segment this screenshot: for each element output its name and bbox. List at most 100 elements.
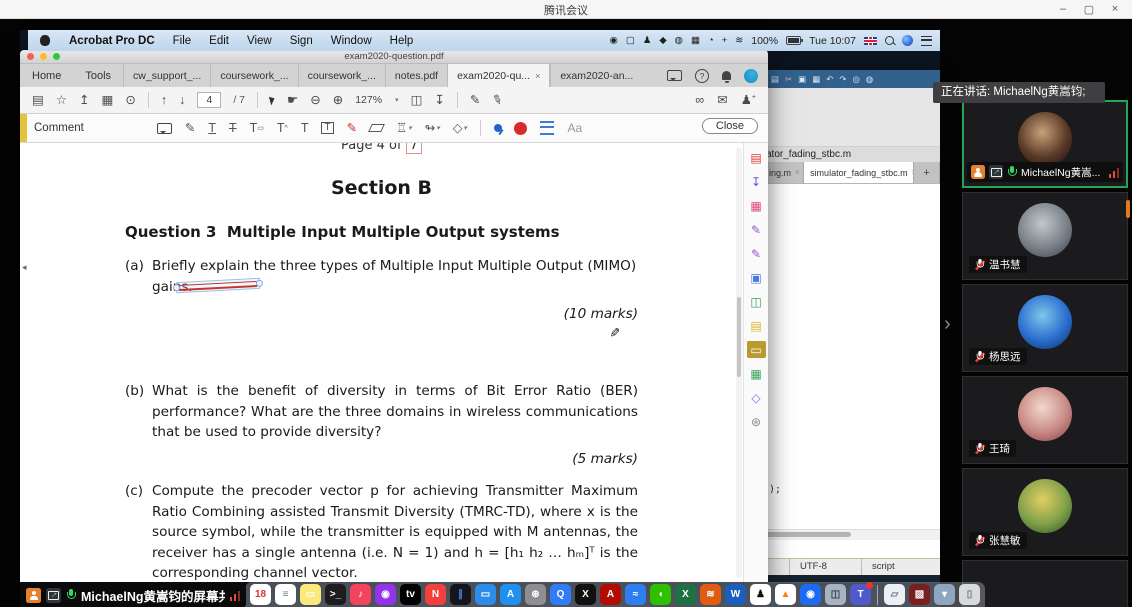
tab-close-icon[interactable]: × [535, 71, 540, 81]
vpn-icon[interactable]: ♟ [643, 36, 652, 46]
dock-quicktime-icon[interactable]: Q [550, 584, 571, 605]
copy-icon[interactable]: ▣ [798, 75, 806, 84]
text-box-icon[interactable]: T [321, 122, 333, 134]
tab-home[interactable]: Home [20, 64, 73, 87]
eraser-icon[interactable] [370, 124, 383, 132]
combine-files-tool[interactable]: ◫ [747, 293, 766, 310]
insert-text-icon[interactable]: T^ [277, 122, 288, 135]
star-icon[interactable]: ☆ [56, 94, 67, 107]
fit-width-icon[interactable]: ◫ [411, 94, 423, 107]
sign-pen-icon[interactable]: ✎ [470, 94, 480, 107]
screen-record-icon[interactable]: ◉ [610, 36, 618, 46]
text-properties-icon[interactable]: Aa [567, 122, 582, 134]
draw-pencil-icon[interactable]: ✎ [347, 122, 357, 135]
next-page-icon[interactable]: ↓ [179, 94, 185, 107]
menu-file[interactable]: File [164, 35, 201, 47]
scrolling-mode-icon[interactable]: ↧ [434, 94, 444, 107]
highlight-style-icon[interactable] [540, 121, 554, 135]
print-icon[interactable]: ▦ [102, 94, 114, 107]
participant-tile-partial[interactable] [962, 560, 1128, 607]
doc-tab[interactable]: coursework_... [298, 64, 385, 87]
pdf-page[interactable]: Page 4 of 7 Section B Question 3 Multipl… [20, 143, 743, 582]
dock-waves-app-icon[interactable]: ≈ [625, 584, 646, 605]
dock-calendar-icon[interactable]: 18 [250, 584, 271, 605]
tab-close-icon[interactable]: × [795, 168, 800, 177]
notification-center-icon[interactable] [921, 36, 932, 46]
editor-hscrollbar[interactable] [763, 529, 940, 539]
print-production-tool[interactable]: ▦ [747, 365, 766, 382]
display-icon[interactable]: ▢ [626, 36, 635, 46]
participant-tile[interactable]: 温书慧 [962, 192, 1128, 280]
feedback-icon[interactable] [667, 70, 682, 81]
wifi-icon[interactable]: ≋ [735, 36, 743, 46]
dock-stocks-icon[interactable]: ∥ [450, 584, 471, 605]
share-upload-icon[interactable]: ↥ [79, 94, 89, 107]
dock-wechat-icon[interactable]: ◖ [650, 584, 671, 605]
highlighter-icon[interactable]: ✎ [185, 122, 195, 135]
dock-word-icon[interactable]: W [725, 584, 746, 605]
paste-icon[interactable]: ▦ [812, 75, 820, 84]
dock-trash-icon[interactable]: ▯ [959, 584, 980, 605]
dock-news-icon[interactable]: N [425, 584, 446, 605]
export-pdf-tool[interactable]: ↧ [747, 173, 766, 190]
dock-teams-icon[interactable]: T [850, 584, 871, 605]
add-text-icon[interactable]: T [301, 122, 309, 135]
select-cursor-icon[interactable] [269, 95, 276, 105]
participant-tile[interactable]: 张慧敏 [962, 468, 1128, 556]
collapse-pane-icon[interactable]: ◂ [22, 262, 27, 273]
doc-tab[interactable]: cw_support_... [123, 64, 210, 87]
email-icon[interactable]: ✉ [717, 94, 727, 107]
attach-file-icon[interactable]: ↬▾ [425, 122, 440, 135]
dock-appstore-icon[interactable]: A [500, 584, 521, 605]
editor-body[interactable]: ); [763, 184, 940, 529]
redo-icon[interactable]: ↷ [839, 75, 846, 84]
siri-icon[interactable] [902, 35, 913, 46]
menu-view[interactable]: View [238, 35, 281, 47]
edit-pdf-tool[interactable]: ▣ [747, 269, 766, 286]
doc-tab[interactable]: exam2020-an... [550, 64, 642, 87]
dock-excel-icon[interactable]: X [675, 584, 696, 605]
dock-reminders-icon[interactable]: ≡ [275, 584, 296, 605]
help-icon[interactable]: ? [695, 69, 709, 83]
keep-tool-pin-icon[interactable] [494, 122, 502, 135]
panel-collapse-chevron-icon[interactable]: › [944, 313, 951, 336]
share-with-others-icon[interactable]: ♟+ [741, 94, 756, 107]
dock-downloads-folder-icon[interactable]: ▾ [934, 584, 955, 605]
dock-notes-icon[interactable]: ▭ [300, 584, 321, 605]
dock-settings-icon[interactable]: ⊛ [525, 584, 546, 605]
dock-adobe-folder-icon[interactable]: ▨ [909, 584, 930, 605]
comment-tool[interactable]: ▭ [747, 341, 766, 358]
strikethrough-text-icon[interactable]: T [229, 122, 237, 135]
notification-icon[interactable]: ◆ [659, 36, 666, 46]
participant-tile[interactable]: 王琦 [962, 376, 1128, 464]
zoom-level-dropdown[interactable]: 127% [355, 94, 382, 106]
dock-meeting-icon[interactable]: ◉ [800, 584, 821, 605]
location-icon[interactable]: + [722, 36, 728, 46]
save-icon[interactable]: ▤ [771, 75, 779, 84]
underline-text-icon[interactable]: T [208, 122, 216, 135]
document-scrollbar[interactable] [736, 147, 742, 578]
dock-vlc-icon[interactable]: ▲ [775, 584, 796, 605]
request-signatures-tool[interactable]: ✎ [747, 221, 766, 238]
dock-acrobat-icon[interactable]: A [600, 584, 621, 605]
stamp-icon[interactable]: ♖▾ [396, 122, 412, 135]
close-icon[interactable]: × [1102, 3, 1128, 15]
participant-tile-michaelng[interactable]: MichaelNg黄嵩... [962, 100, 1128, 188]
menu-edit[interactable]: Edit [200, 35, 238, 47]
close-comment-button[interactable]: Close [702, 118, 758, 134]
participant-tile[interactable]: 杨思远 [962, 284, 1128, 372]
tab-tools[interactable]: Tools [73, 64, 123, 87]
dock-appletv-icon[interactable]: tv [400, 584, 421, 605]
screen-share-icon[interactable]: ▦ [691, 36, 700, 46]
find-icon[interactable]: ◎ [852, 75, 859, 84]
record-audio-icon[interactable] [514, 122, 527, 135]
dock-podcasts-icon[interactable]: ◉ [375, 584, 396, 605]
messages-icon[interactable]: ◍ [675, 36, 683, 46]
doc-tab-active[interactable]: exam2020-qu...× [447, 64, 550, 87]
previous-page-icon[interactable]: ↑ [161, 94, 167, 107]
dock-matlab-icon[interactable]: ≋ [700, 584, 721, 605]
new-tab-button[interactable]: + [914, 162, 940, 183]
spotlight-search-icon[interactable] [885, 36, 894, 45]
menu-window[interactable]: Window [322, 35, 381, 47]
cut-icon[interactable]: ✂ [785, 75, 792, 84]
